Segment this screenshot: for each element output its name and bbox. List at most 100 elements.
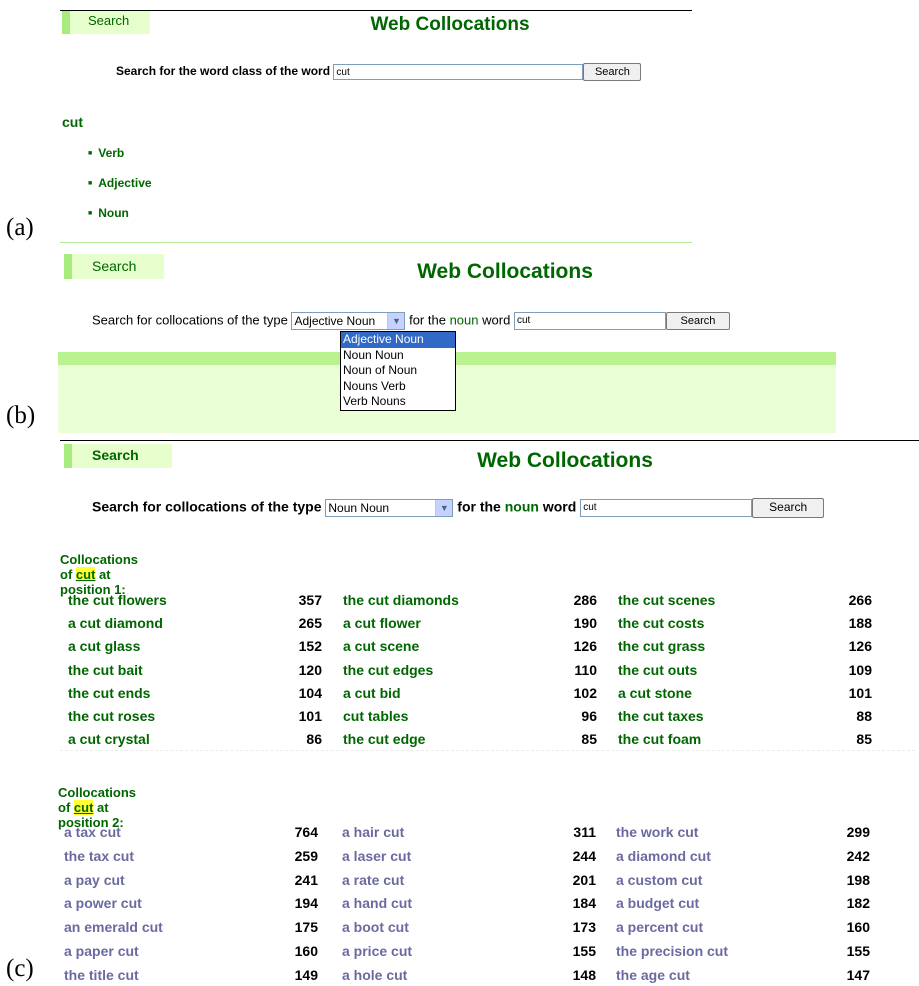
collocation-link[interactable]: the cut flowers (68, 592, 167, 608)
collocation-link[interactable]: a cut bid (343, 685, 401, 701)
search-form: Search for the word class of the word cu… (116, 63, 642, 81)
collocation-link[interactable]: the cut roses (68, 708, 155, 724)
label-a: (a) (6, 214, 34, 241)
collocation-count: 110 (574, 661, 597, 678)
prompt-text-2: for the (457, 498, 501, 515)
type-select[interactable]: Adjective Noun ▼ (291, 312, 406, 330)
collocation-link[interactable]: a cut flower (343, 615, 421, 631)
divider-a (60, 242, 692, 243)
collocation-link[interactable]: a boot cut (342, 919, 409, 935)
collocation-count: 311 (573, 824, 596, 840)
page-title: Web Collocations (477, 449, 653, 472)
collocation-link[interactable]: a percent cut (616, 919, 703, 935)
collocation-link[interactable]: the cut bait (68, 662, 143, 678)
collocation-link[interactable]: the cut scenes (618, 592, 715, 608)
collocation-count: 241 (294, 871, 318, 888)
search-button[interactable]: Search (665, 312, 730, 330)
collocation-link[interactable]: a price cut (342, 943, 412, 959)
collocation-count: 259 (294, 847, 318, 864)
prompt-text-1: Search for collocations of the type (92, 498, 322, 515)
collocation-link[interactable]: the work cut (616, 824, 698, 840)
chevron-down-icon[interactable]: ▼ (435, 500, 453, 516)
collocation-count: 88 (856, 708, 872, 724)
collocation-count: 85 (581, 731, 597, 748)
collocation-link[interactable]: the precision cut (616, 943, 728, 959)
collocation-link[interactable]: the cut foam (618, 731, 701, 747)
option-adjective-noun[interactable]: Adjective Noun (341, 332, 455, 348)
search-button[interactable]: Search (752, 498, 825, 518)
collocation-link[interactable]: a cut crystal (68, 731, 150, 747)
heading-word: cut (75, 567, 96, 582)
option-noun-noun[interactable]: Noun Noun (341, 348, 455, 364)
collocation-count: 265 (298, 615, 322, 632)
collocation-link[interactable]: a cut diamond (68, 615, 163, 631)
class-link-verb[interactable]: Verb (88, 146, 152, 176)
search-button[interactable]: Search (583, 63, 642, 81)
collocation-link[interactable]: a hair cut (342, 824, 404, 840)
collocation-count: 155 (846, 943, 870, 959)
collocation-link[interactable]: a tax cut (64, 824, 121, 840)
word-input[interactable]: cut (513, 312, 666, 330)
collocation-count: 160 (294, 943, 318, 959)
collocation-count: 126 (573, 638, 597, 655)
option-verb-nouns[interactable]: Verb Nouns (341, 394, 455, 410)
collocation-count: 242 (846, 847, 870, 864)
collocation-link[interactable]: a cut scene (343, 638, 419, 654)
collocation-link[interactable]: the cut edges (343, 662, 433, 678)
collocation-count: 126 (848, 638, 872, 655)
search-tab[interactable]: Search (62, 11, 150, 34)
section-divider (60, 750, 915, 751)
collocation-link[interactable]: the title cut (64, 967, 139, 983)
collocation-link[interactable]: a laser cut (342, 848, 411, 864)
type-dropdown-list: Adjective Noun Noun Noun Noun of Noun No… (340, 331, 456, 411)
collocation-link[interactable]: a diamond cut (616, 848, 711, 864)
collocation-count: 85 (856, 731, 872, 748)
collocation-link[interactable]: the cut grass (618, 638, 705, 654)
collocation-link[interactable]: a custom cut (616, 872, 702, 888)
page-title: Web Collocations (417, 260, 593, 283)
prompt-text-2: for the (409, 312, 446, 328)
search-form: Search for collocations of the type Noun… (92, 498, 825, 518)
word-class-text: noun (449, 312, 479, 328)
type-select-value: Noun Noun (328, 501, 390, 515)
collocation-link[interactable]: the tax cut (64, 848, 134, 864)
word-input[interactable]: cut (333, 64, 584, 80)
collocation-link[interactable]: a hand cut (342, 895, 412, 911)
collocation-link[interactable]: a power cut (64, 895, 142, 911)
collocation-link[interactable]: cut tables (343, 708, 408, 724)
collocation-link[interactable]: the cut taxes (618, 708, 704, 724)
search-tab[interactable]: Search (64, 254, 164, 279)
class-link-adjective[interactable]: Adjective (88, 176, 151, 206)
collocation-link[interactable]: the cut costs (618, 615, 704, 631)
word-class-list: Verb Adjective Noun (88, 146, 152, 236)
collocation-link[interactable]: the cut edge (343, 731, 425, 747)
collocation-count: 109 (848, 661, 872, 678)
option-nouns-verb[interactable]: Nouns Verb (341, 379, 455, 395)
collocation-count: 149 (294, 966, 318, 983)
collocation-link[interactable]: a budget cut (616, 895, 699, 911)
chevron-down-icon[interactable]: ▼ (387, 313, 405, 329)
search-tab[interactable]: Search (64, 444, 172, 468)
collocation-link[interactable]: an emerald cut (64, 919, 163, 935)
collocation-link[interactable]: the age cut (616, 967, 690, 983)
prompt-text-3: word (542, 498, 577, 515)
class-link-noun[interactable]: Noun (88, 206, 152, 236)
word-input[interactable]: cut (580, 499, 753, 517)
collocation-link[interactable]: a cut stone (618, 685, 692, 701)
collocation-link[interactable]: the cut outs (618, 662, 697, 678)
collocation-link[interactable]: a hole cut (342, 967, 407, 983)
collocation-count: 173 (572, 919, 596, 936)
collocation-link[interactable]: a pay cut (64, 872, 125, 888)
collocation-count: 104 (298, 684, 322, 701)
collocation-link[interactable]: a paper cut (64, 943, 139, 959)
type-select[interactable]: Noun Noun ▼ (325, 499, 454, 517)
collocation-link[interactable]: the cut diamonds (343, 592, 459, 608)
option-noun-of-noun[interactable]: Noun of Noun (341, 363, 455, 379)
collocation-link[interactable]: a rate cut (342, 872, 404, 888)
collocation-count: 101 (848, 684, 872, 701)
collocation-link[interactable]: a cut glass (68, 638, 140, 654)
page-title: Web Collocations (370, 14, 530, 35)
collocation-link[interactable]: the cut ends (68, 685, 150, 701)
collocation-count: 198 (846, 871, 870, 888)
collocation-count: 244 (572, 847, 596, 864)
